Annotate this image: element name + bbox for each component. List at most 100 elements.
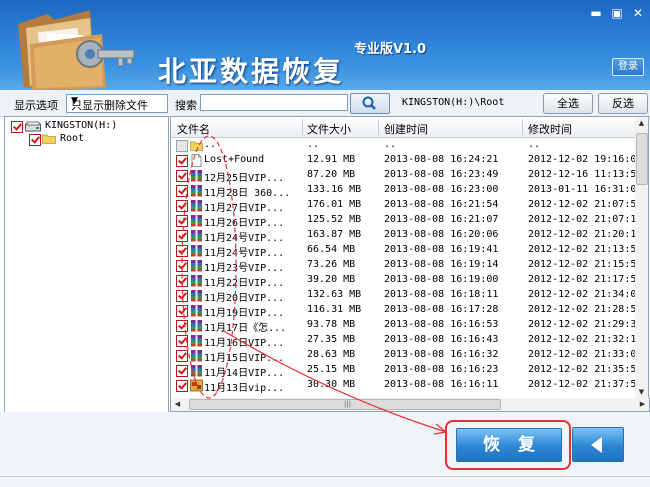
file-row[interactable]: 11月13日vip... 30.30 MB 2013-08-08 16:16:11 2… <box>171 378 636 394</box>
created-time-cell: .. <box>384 139 397 150</box>
file-row[interactable]: 11月16日VIP... 27.35 MB 2013-08-08 16:16:43 2… <box>171 333 637 349</box>
file-checkbox[interactable] <box>176 350 188 362</box>
file-name-cell: .. <box>204 139 217 150</box>
status-bar <box>0 476 650 487</box>
created-time-cell: 2013-08-08 16:23:00 <box>384 184 499 195</box>
file-checkbox[interactable] <box>176 155 188 167</box>
modified-time-cell: 2012-12-02 21:33:0 <box>528 349 637 360</box>
file-row[interactable]: 11月22日VIP... 39.20 MB 2013-08-08 16:19:00 2… <box>171 273 636 289</box>
archive-icon <box>190 259 203 272</box>
filter-dropdown[interactable]: 只显示删除文件 ▼ <box>66 94 168 113</box>
file-checkbox[interactable] <box>176 380 188 392</box>
file-checkbox[interactable] <box>176 230 188 242</box>
modified-time-cell: 2012-12-02 21:35:5 <box>528 364 637 375</box>
column-header-name[interactable]: 文件名 <box>177 121 210 137</box>
file-checkbox[interactable] <box>176 140 188 152</box>
file-checkbox[interactable] <box>176 305 188 317</box>
file-name-cell: 11月16日VIP... <box>204 338 285 349</box>
file-checkbox[interactable] <box>176 200 188 212</box>
tree-drive-checkbox[interactable] <box>11 121 23 133</box>
document-icon <box>190 154 203 167</box>
archive-icon <box>190 274 203 287</box>
file-checkbox[interactable] <box>176 320 188 332</box>
horizontal-scroll-thumb[interactable]: ||| <box>189 399 501 410</box>
file-size-cell: 25.15 MB <box>307 364 356 375</box>
modified-time-cell: 2012-12-02 21:13:5 <box>528 244 637 255</box>
file-row[interactable]: 11月17日《怎... 93.78 MB 2013-08-08 16:16:53 20… <box>171 318 636 334</box>
minimize-icon[interactable]: ▬ <box>587 5 605 21</box>
tree-item-root[interactable]: Root <box>60 133 84 144</box>
magnifier-icon <box>362 96 376 110</box>
modified-time-cell: 2012-12-02 21:34:0 <box>528 289 637 300</box>
image-archive-icon <box>190 379 203 392</box>
file-checkbox[interactable] <box>176 170 188 182</box>
file-name-cell: 11月24号VIP... <box>204 233 285 244</box>
file-name-cell: 11月20日VIP... <box>204 293 285 304</box>
back-button[interactable] <box>572 427 624 462</box>
column-header-size[interactable]: 文件大小 <box>307 121 351 137</box>
folder-tree: KINGSTON(H:) Root <box>4 116 169 413</box>
search-input[interactable] <box>200 94 348 111</box>
file-name-cell: 12月25日VIP... <box>204 173 285 184</box>
modified-time-cell: 2012-12-02 21:32:1 <box>528 334 637 345</box>
tree-root-checkbox[interactable] <box>29 134 41 146</box>
modified-time-cell: 2012-12-02 21:07:1 <box>528 214 637 225</box>
search-button[interactable] <box>350 93 390 114</box>
display-options-label: 显示选项 <box>14 99 58 112</box>
select-all-button[interactable]: 全选 <box>543 93 593 114</box>
archive-icon <box>190 364 203 377</box>
file-checkbox[interactable] <box>176 365 188 377</box>
created-time-cell: 2013-08-08 16:24:21 <box>384 154 499 165</box>
file-row[interactable]: 12月25日VIP... 87.20 MB 2013-08-08 16:23:49 2… <box>171 168 636 184</box>
file-checkbox[interactable] <box>176 290 188 302</box>
scroll-left-icon[interactable]: ◀ <box>171 398 184 411</box>
drive-icon <box>25 121 41 132</box>
file-row[interactable]: 11月24号VIP... 163.87 MB 2013-08-08 16:20:06… <box>171 228 636 244</box>
folder-key-logo-icon <box>18 10 135 90</box>
created-time-cell: 2013-08-08 16:19:41 <box>384 244 499 255</box>
vertical-scroll-thumb[interactable] <box>636 133 648 185</box>
file-row[interactable]: Lost+Found 12.91 MB 2013-08-08 16:24:21 201… <box>171 153 636 168</box>
column-header-created[interactable]: 创建时间 <box>384 121 428 137</box>
file-row[interactable]: 11月27日VIP... 176.01 MB 2013-08-08 16:21:54… <box>171 198 636 214</box>
scroll-right-icon[interactable]: ▶ <box>636 398 649 411</box>
file-row[interactable]: 11月19日VIP... 116.31 MB 2013-08-08 16:17:28… <box>171 303 636 319</box>
created-time-cell: 2013-08-08 16:16:43 <box>384 334 499 345</box>
toolbar: 显示选项 只显示删除文件 ▼ 搜索 KINGSTON(H:)\Root 全选 反… <box>0 90 650 117</box>
tree-item-drive[interactable]: KINGSTON(H:) <box>45 120 117 131</box>
file-size-cell: 132.63 MB <box>307 289 362 300</box>
file-row[interactable]: ........ <box>171 138 636 153</box>
close-icon[interactable]: ✕ <box>629 5 647 21</box>
login-button[interactable]: 登录 <box>612 58 644 76</box>
file-checkbox[interactable] <box>176 275 188 287</box>
file-size-cell: 176.01 MB <box>307 199 362 210</box>
file-checkbox[interactable] <box>176 215 188 227</box>
vertical-scrollbar[interactable]: ▲ ▼ <box>635 116 649 400</box>
file-row[interactable]: 11月14日VIP... 25.15 MB 2013-08-08 16:16:23 2… <box>171 363 637 379</box>
file-row[interactable]: 11月20日VIP... 132.63 MB 2013-08-08 16:18:11… <box>171 288 637 304</box>
app-window: 专业版V1.0 北亚数据恢复 ▬ ▣ ✕ 登录 显示选项 只显示删除文件 ▼ 搜… <box>0 0 650 487</box>
file-row[interactable]: 11月24号VIP... 66.54 MB 2013-08-08 16:19:41 2… <box>171 243 637 259</box>
file-row[interactable]: 11月26日VIP... 125.52 MB 2013-08-08 16:21:07… <box>171 213 637 229</box>
created-time-cell: 2013-08-08 16:21:07 <box>384 214 499 225</box>
invert-selection-button[interactable]: 反选 <box>598 93 648 114</box>
file-name-cell: 11月28日 360... <box>204 188 291 199</box>
archive-icon <box>190 229 203 242</box>
maximize-icon[interactable]: ▣ <box>608 5 626 21</box>
file-row[interactable]: 11月28日 360... 133.16 MB 2013-08-08 16:23:0… <box>171 183 636 199</box>
scroll-up-icon[interactable]: ▲ <box>635 117 648 130</box>
file-checkbox[interactable] <box>176 245 188 257</box>
edition-label: 专业版V1.0 <box>354 42 427 57</box>
title-bar: 专业版V1.0 北亚数据恢复 ▬ ▣ ✕ 登录 <box>0 0 650 90</box>
archive-icon <box>190 199 203 212</box>
modified-time-cell: .. <box>528 139 541 150</box>
column-headers: 文件名 文件大小 创建时间 修改时间 <box>171 117 636 138</box>
file-row[interactable]: 11月15日VIP... 28.63 MB 2013-08-08 16:16:32 2… <box>171 348 637 364</box>
file-checkbox[interactable] <box>176 185 188 197</box>
column-header-modified[interactable]: 修改时间 <box>528 121 572 137</box>
file-checkbox[interactable] <box>176 260 188 272</box>
file-checkbox[interactable] <box>176 335 188 347</box>
horizontal-scrollbar[interactable]: ◀ ||| ▶ <box>170 398 650 412</box>
file-row[interactable]: 11月23号VIP... 73.26 MB 2013-08-08 16:19:14 2… <box>171 258 636 274</box>
recover-button[interactable]: 恢 复 <box>456 428 562 462</box>
